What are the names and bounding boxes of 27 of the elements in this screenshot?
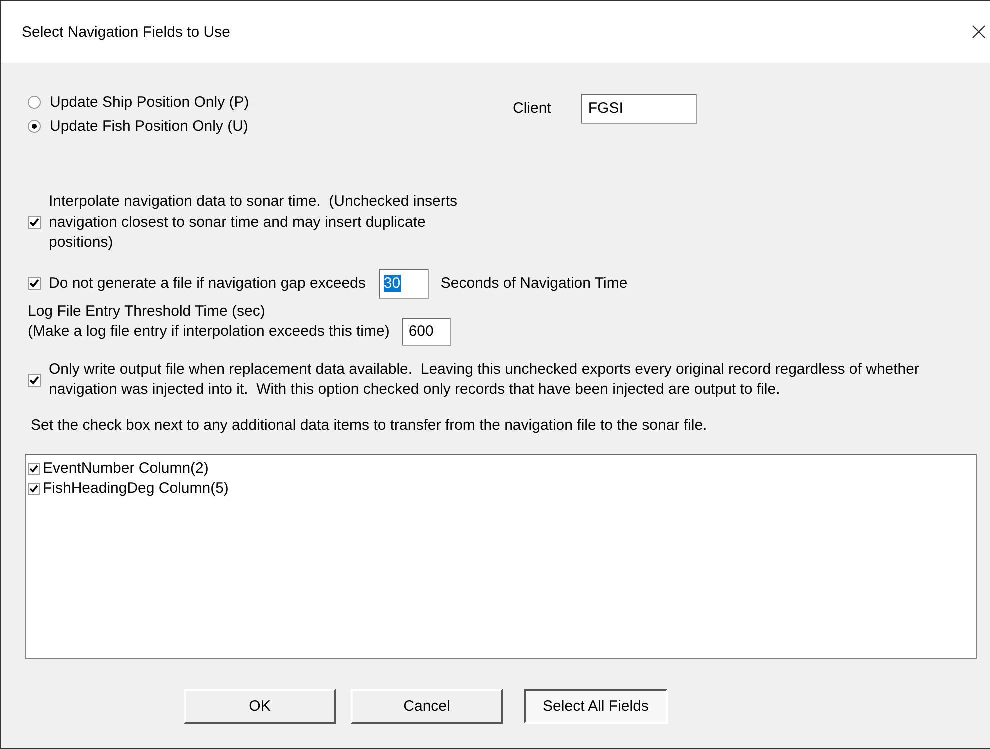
- instruction-text: Set the check box next to any additional data items to transfer from the navigation file to the sonar file.: [31, 416, 708, 434]
- checkbox[interactable]: [28, 374, 41, 386]
- threshold-note: (Make a log file entry if interpolation exceeds this time): [28, 322, 390, 342]
- close-icon[interactable]: [972, 25, 986, 39]
- radio-button[interactable]: [28, 96, 41, 109]
- input-field[interactable]: FGSI: [581, 94, 698, 124]
- select-all-button[interactable]: Select All Fields: [524, 688, 668, 724]
- list-item[interactable]: FishHeadingDeg Column(5): [43, 480, 229, 497]
- checkbox[interactable]: [28, 277, 41, 290]
- threshold-label: Log File Entry Threshold Time (sec): [28, 302, 266, 322]
- radio-label[interactable]: Update Fish Position Only (U): [50, 118, 248, 135]
- checkbox[interactable]: [28, 462, 40, 474]
- client-label: Client: [513, 100, 552, 117]
- checkbox[interactable]: [28, 216, 41, 230]
- option-label[interactable]: Do not generate a file if navigation gap exceeds: [49, 275, 366, 292]
- option-label[interactable]: Only write output file when replacement data available. Leaving this unchecked exports every original record regardless of whether navigation was injected into it. With this option checked only records that have been injected are output to file.: [49, 360, 944, 400]
- window-title: Select Navigation Fields to Use: [22, 24, 230, 40]
- radio-button[interactable]: [28, 120, 41, 133]
- unit-label: Seconds of Navigation Time: [440, 275, 628, 292]
- cancel-button[interactable]: Cancel: [351, 688, 503, 724]
- input-field[interactable]: 30: [378, 268, 429, 298]
- input-field[interactable]: 600: [402, 318, 451, 346]
- ok-button[interactable]: OK: [184, 688, 336, 724]
- checkbox[interactable]: [28, 482, 40, 494]
- option-label[interactable]: Interpolate navigation data to sonar time. (Unchecked inserts navigation closest to sonar time and may insert duplicate positions): [49, 192, 474, 254]
- list-item[interactable]: EventNumber Column(2): [43, 460, 209, 477]
- radio-label[interactable]: Update Ship Position Only (P): [50, 94, 250, 111]
